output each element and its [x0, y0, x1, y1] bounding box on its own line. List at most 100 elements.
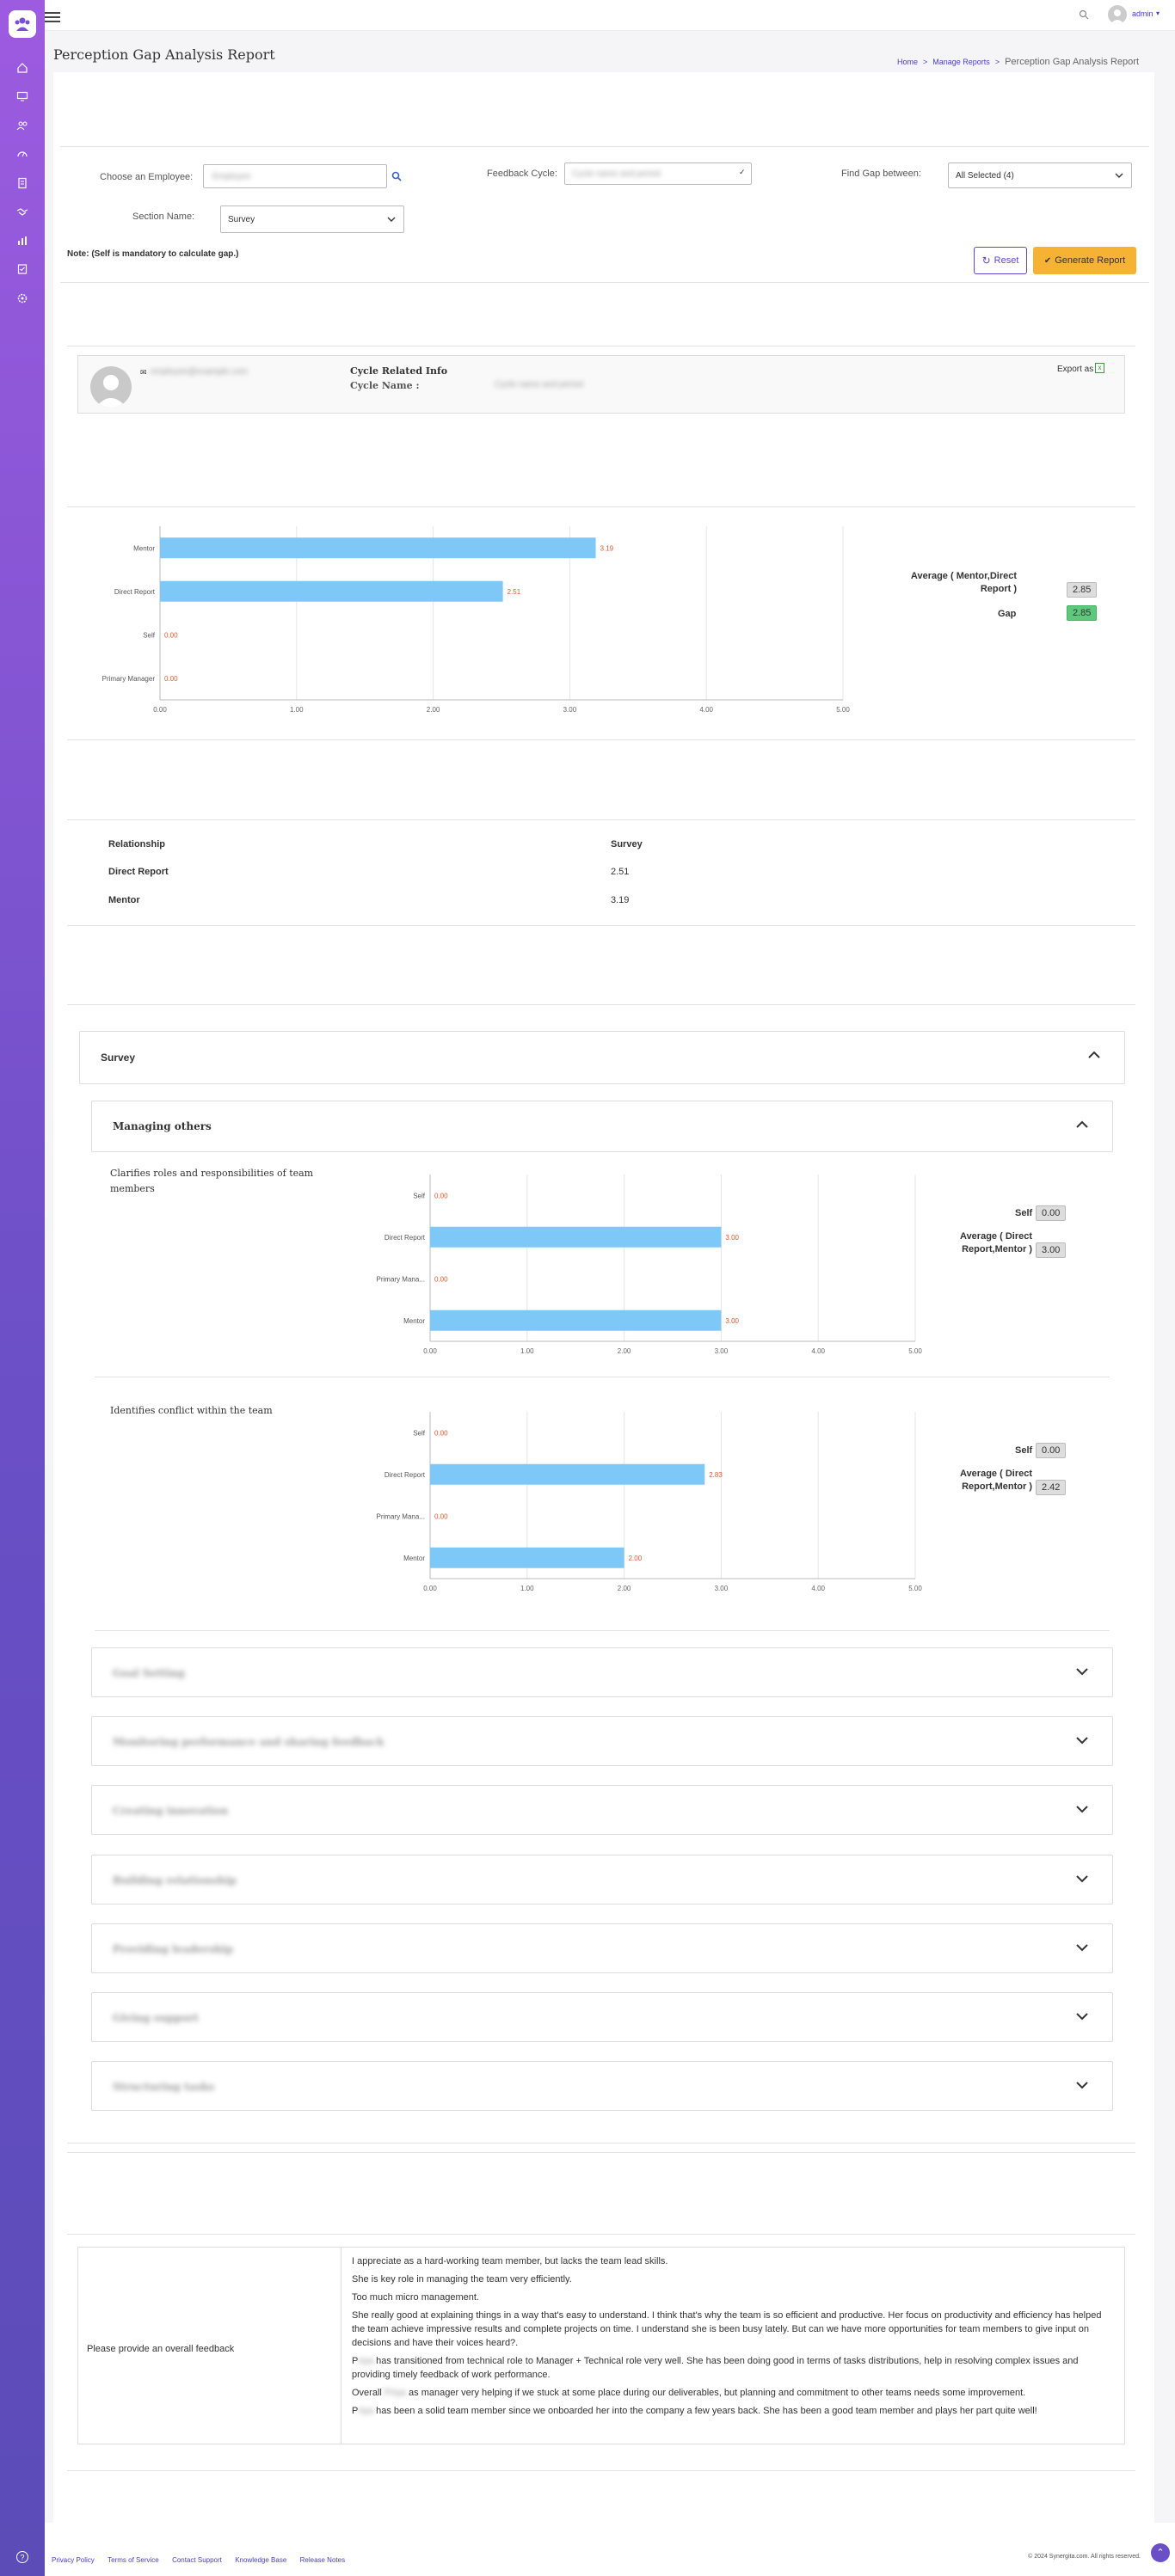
- feedback-item: Too much micro management.: [352, 2292, 479, 2303]
- data-label: 2.51: [508, 588, 521, 596]
- chevron-down-icon[interactable]: [1074, 1664, 1090, 1679]
- self-value: 0.00: [1036, 1205, 1067, 1221]
- collapsed-section-title: Giving support: [113, 2012, 199, 2024]
- x-tick-label: 5.00: [836, 706, 850, 714]
- collapsed-section-title: Providing leadership: [113, 1943, 233, 1955]
- employee-avatar: [90, 366, 132, 408]
- collapsed-section-title: Goal Setting: [113, 1667, 185, 1679]
- chevron-down-icon[interactable]: [1074, 1801, 1090, 1817]
- feedback-label: Please provide an overall feedback: [87, 2344, 235, 2354]
- feedback-cycle-chevron-icon[interactable]: ✓: [739, 168, 746, 177]
- collapsed-section-header[interactable]: Building relationship: [91, 1855, 1113, 1904]
- employee-email: employee@example.com: [151, 367, 248, 377]
- feedback-item: She really good at explaining things in …: [352, 2310, 1102, 2348]
- survey-accordion-header[interactable]: Survey: [79, 1031, 1125, 1084]
- release-notes-link[interactable]: Release Notes: [300, 2556, 345, 2564]
- page-title: Perception Gap Analysis Report: [53, 46, 275, 63]
- employee-card: ✉ employee@example.com Cycle Related Inf…: [77, 355, 1125, 414]
- chevron-down-icon[interactable]: [1074, 1940, 1090, 1955]
- table-header-survey: Survey: [611, 839, 643, 849]
- x-tick-label: 1.00: [290, 706, 304, 714]
- bar: [430, 1309, 722, 1331]
- managing-others-header[interactable]: Managing others: [91, 1101, 1113, 1152]
- x-tick-label: 1.00: [520, 1347, 534, 1355]
- collapsed-section-header[interactable]: Monitoring performance and sharing feedb…: [91, 1716, 1113, 1766]
- self-label: Self: [1015, 1445, 1033, 1456]
- chevron-down-icon[interactable]: [1074, 1733, 1090, 1748]
- y-tick-label: Primary Manager: [102, 675, 156, 683]
- breadcrumb-home[interactable]: Home: [897, 58, 918, 66]
- gap-label: Find Gap between:: [841, 169, 921, 179]
- contact-support-link[interactable]: Contact Support: [172, 2556, 222, 2564]
- self-label: Self: [1015, 1208, 1033, 1218]
- question-1-chart: 0.00 1.00 2.00 3.00 4.00 5.00 Self 0.00 Direct R…: [377, 1175, 922, 1355]
- section-chevron-down-icon[interactable]: [387, 213, 396, 225]
- sidebar: ?: [0, 0, 45, 2576]
- top-bar: admin ▾: [45, 0, 1175, 31]
- user-menu-chevron-icon[interactable]: ▾: [1156, 9, 1160, 17]
- footer: Privacy Policy Terms of Service Contact …: [45, 2523, 1175, 2576]
- search-icon[interactable]: [1079, 9, 1089, 22]
- feedback-cycle-select[interactable]: Cycle name and period: [564, 163, 752, 185]
- home-icon[interactable]: [0, 58, 45, 77]
- question-title: Identifies conflict within the team: [110, 1405, 273, 1416]
- reset-button[interactable]: ↻ Reset: [974, 247, 1027, 274]
- report-icon[interactable]: [0, 260, 45, 279]
- document-icon[interactable]: [0, 174, 45, 193]
- collapsed-section-header[interactable]: Goal Setting: [91, 1647, 1113, 1697]
- gap-select[interactable]: All Selected (4): [948, 163, 1132, 188]
- x-tick-label: 3.00: [563, 706, 577, 714]
- excel-export-icon[interactable]: x: [1095, 363, 1104, 373]
- data-label: 0.00: [434, 1429, 448, 1437]
- y-tick-label: Mentor: [403, 1317, 425, 1325]
- handshake-icon[interactable]: [0, 202, 45, 221]
- table-header-relationship: Relationship: [108, 839, 166, 849]
- breadcrumb-manage-reports[interactable]: Manage Reports: [932, 58, 990, 66]
- x-tick-label: 4.00: [811, 1585, 825, 1592]
- collapsed-section-header[interactable]: Creating innovation: [91, 1785, 1113, 1835]
- chevron-up-icon[interactable]: [1074, 1117, 1090, 1132]
- chevron-down-icon[interactable]: [1074, 1871, 1090, 1886]
- average-value: 3.00: [1036, 1242, 1067, 1258]
- knowledge-base-link[interactable]: Knowledge Base: [235, 2556, 286, 2564]
- monitor-icon[interactable]: [0, 87, 45, 106]
- bar-chart-icon[interactable]: [0, 231, 45, 250]
- help-icon[interactable]: ?: [0, 2548, 45, 2567]
- collapsed-section-header[interactable]: Providing leadership: [91, 1923, 1113, 1973]
- collapsed-section-header[interactable]: Giving support: [91, 1992, 1113, 2042]
- y-tick-label: Direct Report: [114, 588, 156, 596]
- feedback-item: Priya has been a solid team member since…: [352, 2406, 1037, 2416]
- bar: [160, 537, 596, 559]
- terms-link[interactable]: Terms of Service: [108, 2556, 159, 2564]
- section-select[interactable]: Survey: [220, 205, 404, 233]
- chevron-down-icon[interactable]: [1074, 2077, 1090, 2093]
- feedback-item: She is key role in managing the team ver…: [352, 2274, 572, 2285]
- table-row-relationship: Mentor: [108, 895, 140, 905]
- collapsed-section-header[interactable]: Structuring tasks: [91, 2061, 1113, 2111]
- app-logo[interactable]: [9, 10, 36, 38]
- breadcrumb: Home > Manage Reports > Perception Gap A…: [896, 57, 1139, 67]
- chevron-down-icon[interactable]: [1074, 2009, 1090, 2024]
- y-tick-label: Mentor: [403, 1555, 425, 1562]
- collapsed-section-title: Monitoring performance and sharing feedb…: [113, 1736, 384, 1748]
- employee-input[interactable]: Employee: [203, 164, 387, 188]
- check-circle-icon: ✔: [1043, 255, 1052, 266]
- users-icon[interactable]: [0, 116, 45, 135]
- chevron-up-icon[interactable]: [1086, 1047, 1102, 1063]
- scroll-top-arrow-icon[interactable]: ⌃: [1151, 2543, 1170, 2562]
- gap-chevron-down-icon[interactable]: [1115, 169, 1123, 181]
- search-employee-icon[interactable]: [391, 171, 402, 184]
- bar: [430, 1463, 705, 1485]
- privacy-policy-link[interactable]: Privacy Policy: [52, 2556, 95, 2564]
- feedback-item: Priya has transitioned from technical ro…: [352, 2356, 1079, 2380]
- breadcrumb-current: Perception Gap Analysis Report: [1005, 57, 1139, 67]
- hamburger-menu-icon[interactable]: [45, 12, 60, 22]
- y-tick-label: Direct Report: [384, 1471, 426, 1479]
- user-name[interactable]: admin: [1132, 9, 1153, 18]
- settings-icon[interactable]: [0, 289, 45, 308]
- collapsed-section-title: Structuring tasks: [113, 2081, 215, 2093]
- generate-report-button[interactable]: ✔ Generate Report: [1033, 247, 1136, 274]
- avatar[interactable]: [1108, 5, 1127, 24]
- data-label: 0.00: [434, 1192, 448, 1199]
- gauge-icon[interactable]: [0, 144, 45, 163]
